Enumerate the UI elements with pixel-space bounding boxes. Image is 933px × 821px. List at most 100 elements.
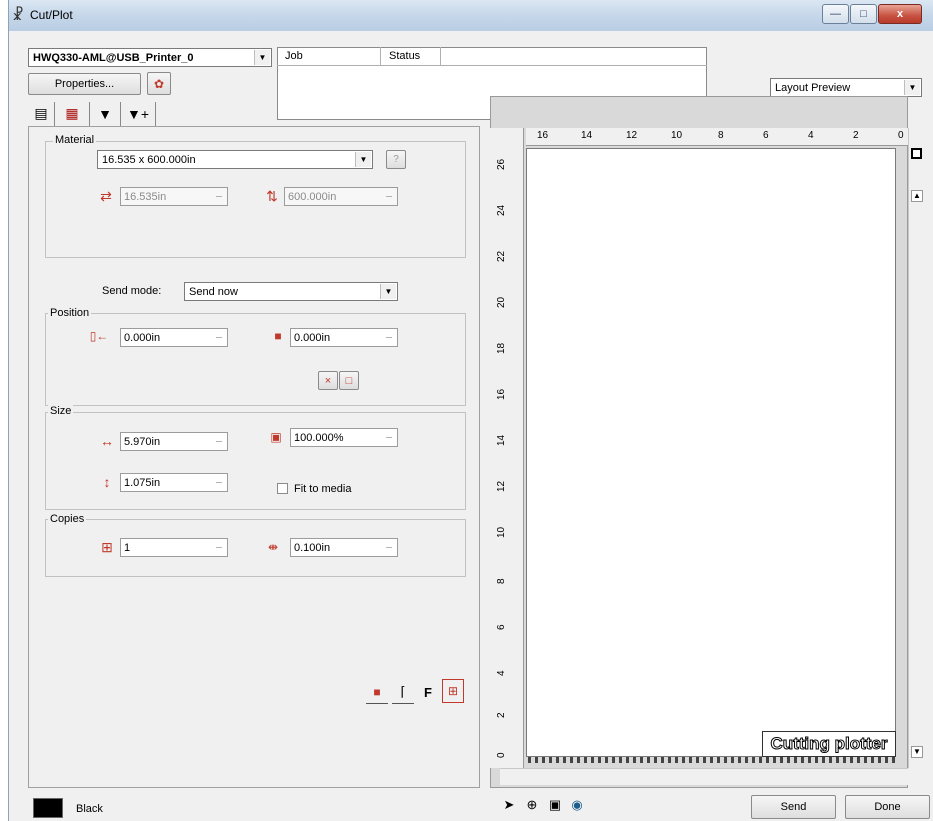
window-title: Cut/Plot	[30, 8, 73, 22]
minimize-button[interactable]: —	[822, 4, 849, 24]
done-button[interactable]: Done	[845, 795, 930, 819]
material-width-icon: ⇄	[100, 187, 112, 204]
ruler-v-tick: 18	[496, 342, 507, 354]
size-width-field[interactable]: 5.970in	[120, 432, 228, 451]
weed-border-icon[interactable]: ■	[366, 680, 388, 704]
size-width-icon: ↔	[100, 433, 114, 449]
chevron-down-icon[interactable]: ▼	[254, 50, 270, 65]
material-length-icon: ⇅	[266, 187, 278, 204]
ruler-h-tick: 6	[763, 130, 769, 141]
tab-cut-icon[interactable]: ▼	[90, 101, 121, 126]
send-button[interactable]: Send	[751, 795, 836, 819]
preview-mode-value: Layout Preview	[775, 81, 851, 94]
font-options-icon[interactable]: F	[418, 680, 438, 704]
properties-button[interactable]: Properties...	[28, 73, 141, 95]
stop-icon[interactable]	[911, 148, 922, 159]
ruler-v-tick: 24	[496, 204, 507, 216]
send-mode-value: Send now	[189, 285, 238, 298]
tab-general-icon[interactable]: ▤	[28, 102, 54, 126]
material-length-field[interactable]: 600.000in	[284, 187, 398, 206]
select-pointer-icon[interactable]: ➤	[499, 795, 519, 815]
chevron-down-icon[interactable]: ▼	[904, 80, 920, 95]
ruler-v-tick: 12	[496, 480, 507, 492]
printer-select-value: HWQ330-AML@USB_Printer_0	[33, 51, 194, 64]
ruler-h-tick: 4	[808, 130, 814, 141]
job-column-header[interactable]: Job	[277, 47, 381, 66]
position-x-value: 0.000in	[124, 331, 161, 344]
close-button[interactable]: x	[878, 4, 922, 24]
width-spinner[interactable]	[212, 189, 226, 204]
fit-to-media-label[interactable]: Fit to media	[294, 483, 351, 495]
position-x-spinner[interactable]	[212, 330, 226, 345]
copies-count-value: 1	[124, 541, 131, 554]
copy-spacing-spinner[interactable]	[382, 540, 396, 555]
ruler-h-tick: 16	[537, 130, 549, 141]
position-group-label: Position	[48, 307, 92, 319]
printer-select[interactable]: HWQ330-AML@USB_Printer_0 ▼	[28, 48, 272, 67]
scroll-up-icon[interactable]: ▲	[911, 190, 923, 202]
size-height-spinner[interactable]	[212, 475, 226, 490]
copies-group-label: Copies	[48, 513, 87, 525]
zoom-in-icon[interactable]: ⊕	[522, 795, 542, 815]
color-swatch[interactable]	[33, 798, 63, 818]
tab-cut-advanced-icon[interactable]: ▼+	[121, 101, 156, 126]
material-size-value: 16.535 x 600.000in	[102, 153, 196, 166]
ruler-h-tick: 2	[853, 130, 859, 141]
ruler-v-tick: 14	[496, 434, 507, 446]
media-feed-edge	[528, 757, 896, 763]
size-height-icon: ↕	[103, 474, 111, 490]
vertical-scrollbar[interactable]: ▲ ▼	[908, 128, 924, 768]
fit-page-icon[interactable]: ▣	[545, 795, 565, 815]
media-canvas[interactable]	[526, 148, 896, 757]
scroll-down-icon[interactable]: ▼	[911, 746, 923, 758]
chevron-down-icon[interactable]: ▼	[380, 284, 396, 299]
custom-size-icon[interactable]: ?	[386, 150, 406, 169]
size-width-spinner[interactable]	[212, 434, 226, 449]
copies-count-field[interactable]: 1	[120, 538, 228, 557]
copy-spacing-value: 0.100in	[294, 541, 331, 554]
cutting-plotter-label[interactable]: Cutting plotter	[762, 731, 896, 757]
ruler-v-tick: 0	[496, 752, 507, 758]
vertical-ruler: 26 24 22 20 18 16 14 12 10 8 6 4 2 0	[490, 128, 524, 768]
fit-to-media-checkbox[interactable]	[277, 483, 288, 494]
copy-spacing-icon: ⇼	[267, 540, 279, 554]
material-size-select[interactable]: 16.535 x 600.000in ▼	[97, 150, 373, 169]
material-width-field[interactable]: 16.535in	[120, 187, 228, 206]
tool-settings-icon[interactable]: ⌈	[392, 680, 414, 704]
copies-count-spinner[interactable]	[212, 540, 226, 555]
maximize-button[interactable]: □	[850, 4, 877, 24]
set-origin-icon[interactable]: □	[339, 371, 359, 390]
send-mode-label: Send mode:	[102, 285, 162, 297]
horizontal-scrollbar[interactable]	[500, 768, 908, 785]
tiling-icon[interactable]: ⊞	[442, 679, 464, 703]
size-height-field[interactable]: 1.075in	[120, 473, 228, 492]
horizontal-ruler: 16 14 12 10 8 6 4 2 0	[526, 128, 908, 146]
material-length-value: 600.000in	[288, 190, 337, 203]
scale-value: 100.000%	[294, 431, 344, 444]
tab-layout-icon[interactable]: ▦	[54, 101, 90, 126]
ruler-v-tick: 4	[496, 670, 507, 676]
send-mode-select[interactable]: Send now ▼	[184, 282, 398, 301]
status-column-header[interactable]: Status	[381, 47, 441, 66]
ruler-h-tick: 14	[581, 130, 593, 141]
color-mapping-icon[interactable]: ✿	[147, 72, 171, 95]
ruler-v-tick: 26	[496, 158, 507, 170]
position-y-field[interactable]: 0.000in	[290, 328, 398, 347]
length-spinner[interactable]	[382, 189, 396, 204]
color-name: Black	[76, 803, 103, 815]
scale-field[interactable]: 100.000%	[290, 428, 398, 447]
material-group-label: Material	[53, 134, 97, 146]
reset-position-icon[interactable]: ×	[318, 371, 338, 390]
chevron-down-icon[interactable]: ▼	[355, 152, 371, 167]
preview-mode-select[interactable]: Layout Preview ▼	[770, 78, 922, 97]
copy-spacing-field[interactable]: 0.100in	[290, 538, 398, 557]
position-x-icon: ▯←	[89, 329, 109, 343]
position-y-value: 0.000in	[294, 331, 331, 344]
copies-icon: ⊞	[101, 538, 113, 555]
position-y-spinner[interactable]	[382, 330, 396, 345]
zoom-tool-icon[interactable]: ◉	[567, 795, 587, 815]
position-x-field[interactable]: 0.000in	[120, 328, 228, 347]
tab-strip: ▤ ▦ ▼ ▼+	[28, 101, 220, 126]
scale-spinner[interactable]	[382, 430, 396, 445]
color-swatch-fill	[34, 799, 62, 817]
